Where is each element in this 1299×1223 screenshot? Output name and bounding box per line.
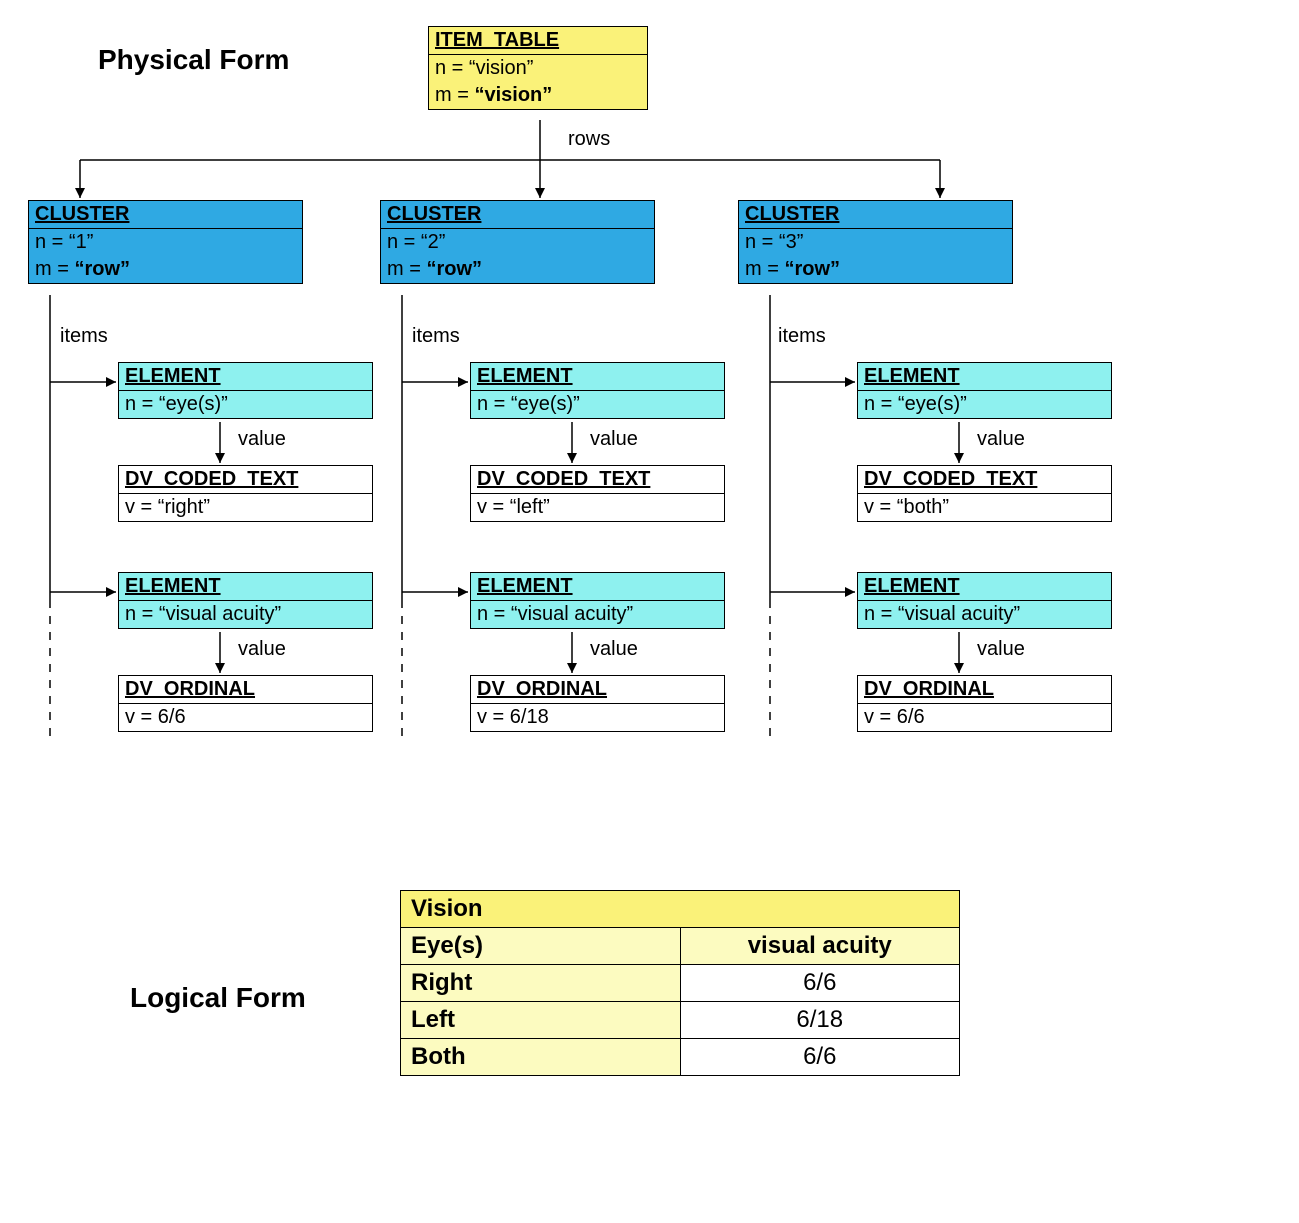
item-table-title: ITEM_TABLE — [429, 27, 647, 55]
cluster-title: CLUSTER — [739, 201, 1012, 229]
element-n: n = “eye(s)” — [858, 391, 1111, 418]
dv-v: v = “both” — [858, 494, 1111, 521]
dv-coded-text-box: DV_CODED_TEXT v = “right” — [118, 465, 373, 522]
element-box: ELEMENT n = “eye(s)” — [857, 362, 1112, 419]
logical-form-label: Logical Form — [130, 982, 306, 1014]
table-row-key: Right — [401, 965, 681, 1002]
dv-v: v = 6/18 — [471, 704, 724, 731]
value-label: value — [590, 428, 638, 451]
dv-title: DV_CODED_TEXT — [119, 466, 372, 494]
dv-coded-text-box: DV_CODED_TEXT v = “left” — [470, 465, 725, 522]
element-title: ELEMENT — [471, 363, 724, 391]
items-label-1: items — [60, 325, 108, 348]
dv-title: DV_ORDINAL — [471, 676, 724, 704]
element-box: ELEMENT n = “eye(s)” — [470, 362, 725, 419]
element-title: ELEMENT — [858, 363, 1111, 391]
items-label-2: items — [412, 325, 460, 348]
element-title: ELEMENT — [119, 573, 372, 601]
table-row-val: 6/6 — [680, 965, 960, 1002]
dv-title: DV_ORDINAL — [858, 676, 1111, 704]
cluster-2-box: CLUSTER n = “2” m = “row” — [380, 200, 655, 284]
table-row-val: 6/18 — [680, 1002, 960, 1039]
element-n: n = “visual acuity” — [119, 601, 372, 628]
dv-title: DV_ORDINAL — [119, 676, 372, 704]
dv-v: v = 6/6 — [858, 704, 1111, 731]
dv-title: DV_CODED_TEXT — [858, 466, 1111, 494]
cluster-n: n = “2” — [381, 229, 654, 256]
item-table-box: ITEM_TABLE n = “vision” m = “vision” — [428, 26, 648, 110]
value-label: value — [590, 638, 638, 661]
value-label: value — [977, 638, 1025, 661]
cluster-3-box: CLUSTER n = “3” m = “row” — [738, 200, 1013, 284]
dv-ordinal-box: DV_ORDINAL v = 6/6 — [857, 675, 1112, 732]
dv-ordinal-box: DV_ORDINAL v = 6/18 — [470, 675, 725, 732]
element-box: ELEMENT n = “eye(s)” — [118, 362, 373, 419]
element-n: n = “visual acuity” — [471, 601, 724, 628]
table-col1: Eye(s) — [401, 928, 681, 965]
dv-ordinal-box: DV_ORDINAL v = 6/6 — [118, 675, 373, 732]
element-box: ELEMENT n = “visual acuity” — [857, 572, 1112, 629]
cluster-n: n = “1” — [29, 229, 302, 256]
dv-v: v = “left” — [471, 494, 724, 521]
cluster-title: CLUSTER — [29, 201, 302, 229]
value-label: value — [977, 428, 1025, 451]
element-title: ELEMENT — [119, 363, 372, 391]
dv-v: v = 6/6 — [119, 704, 372, 731]
cluster-m: m = “row” — [739, 256, 1012, 283]
element-n: n = “eye(s)” — [119, 391, 372, 418]
element-box: ELEMENT n = “visual acuity” — [470, 572, 725, 629]
table-col2: visual acuity — [680, 928, 960, 965]
items-label-3: items — [778, 325, 826, 348]
element-title: ELEMENT — [858, 573, 1111, 601]
logical-table: Vision Eye(s) visual acuity Right6/6 Lef… — [400, 890, 960, 1076]
cluster-n: n = “3” — [739, 229, 1012, 256]
cluster-m: m = “row” — [29, 256, 302, 283]
dv-coded-text-box: DV_CODED_TEXT v = “both” — [857, 465, 1112, 522]
element-n: n = “visual acuity” — [858, 601, 1111, 628]
value-label: value — [238, 428, 286, 451]
cluster-m: m = “row” — [381, 256, 654, 283]
table-row-key: Both — [401, 1039, 681, 1076]
element-title: ELEMENT — [471, 573, 724, 601]
table-row-key: Left — [401, 1002, 681, 1039]
cluster-1-box: CLUSTER n = “1” m = “row” — [28, 200, 303, 284]
element-n: n = “eye(s)” — [471, 391, 724, 418]
table-title: Vision — [401, 891, 960, 928]
element-box: ELEMENT n = “visual acuity” — [118, 572, 373, 629]
dv-v: v = “right” — [119, 494, 372, 521]
item-table-m: m = “vision” — [429, 82, 647, 109]
physical-form-label: Physical Form — [98, 44, 289, 76]
table-row-val: 6/6 — [680, 1039, 960, 1076]
rows-label: rows — [568, 128, 610, 151]
dv-title: DV_CODED_TEXT — [471, 466, 724, 494]
cluster-title: CLUSTER — [381, 201, 654, 229]
item-table-n: n = “vision” — [429, 55, 647, 82]
diagram-root: Physical Form ITEM_TABLE n = “vision” m … — [20, 20, 1280, 1200]
value-label: value — [238, 638, 286, 661]
